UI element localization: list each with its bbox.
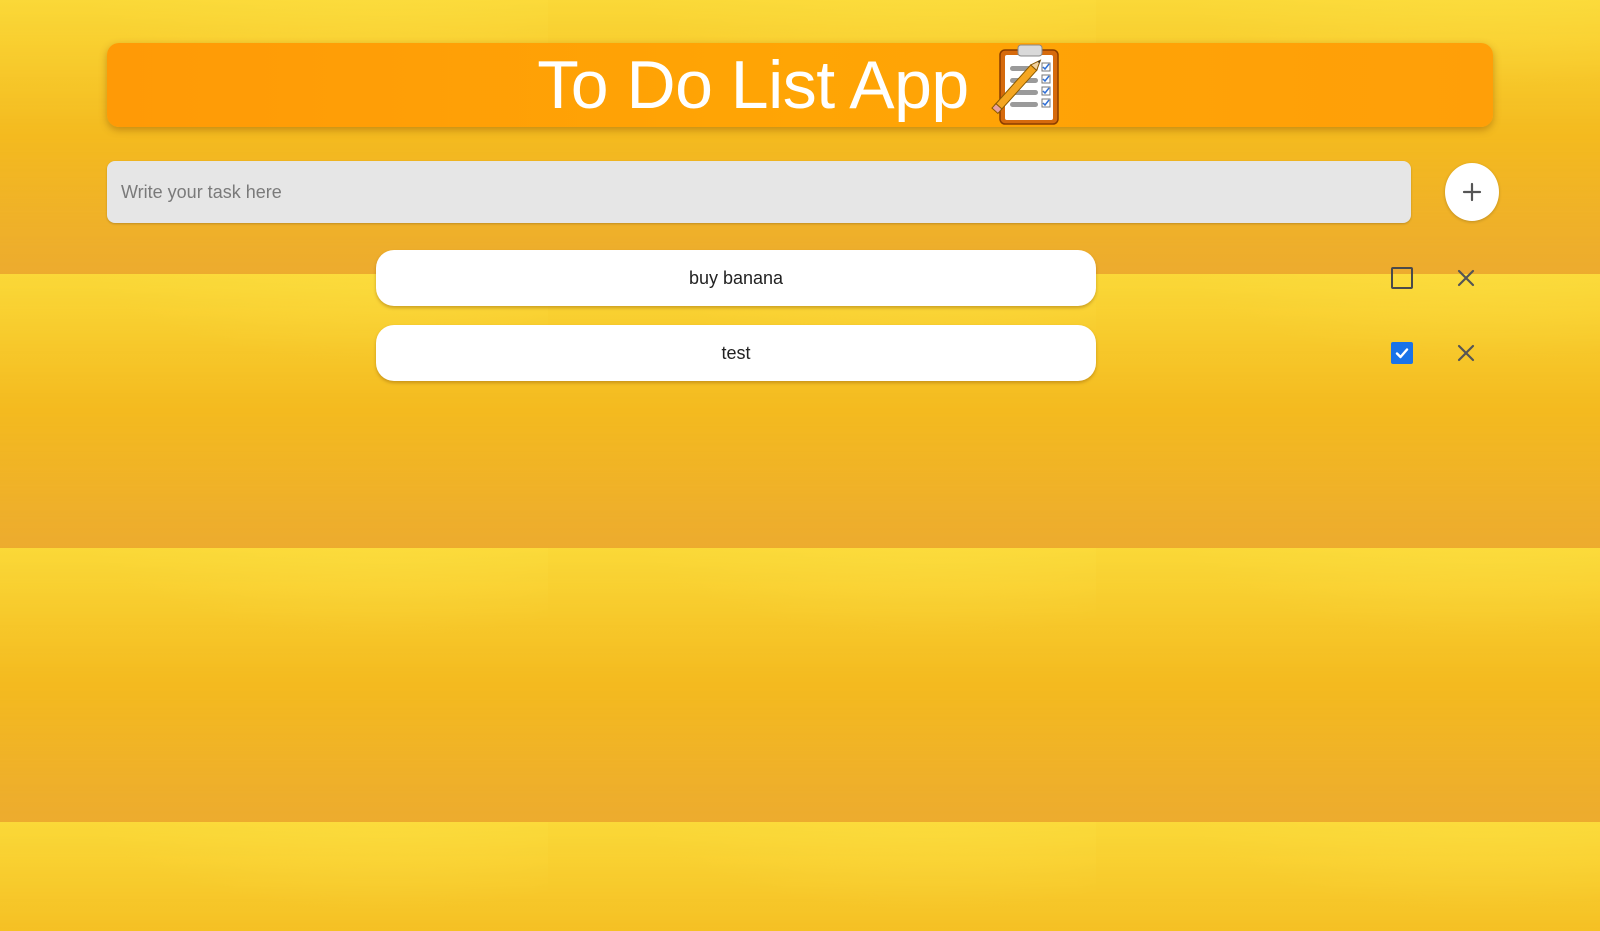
task-text: test [376, 325, 1096, 381]
app-title: To Do List App [537, 47, 969, 123]
close-icon[interactable] [1456, 343, 1476, 363]
checkmark-icon [1395, 348, 1409, 359]
task-input[interactable] [107, 161, 1411, 223]
task-item: buy banana [0, 250, 1600, 306]
close-icon[interactable] [1456, 268, 1476, 288]
add-task-button[interactable] [1445, 163, 1499, 221]
task-text: buy banana [376, 250, 1096, 306]
clipboard-checklist-icon [990, 44, 1059, 125]
task-item: test [0, 325, 1600, 381]
plus-icon [1462, 182, 1482, 202]
task-complete-checkbox[interactable] [1391, 267, 1413, 289]
task-complete-checkbox[interactable] [1391, 342, 1413, 364]
app-header: To Do List App [107, 43, 1493, 127]
